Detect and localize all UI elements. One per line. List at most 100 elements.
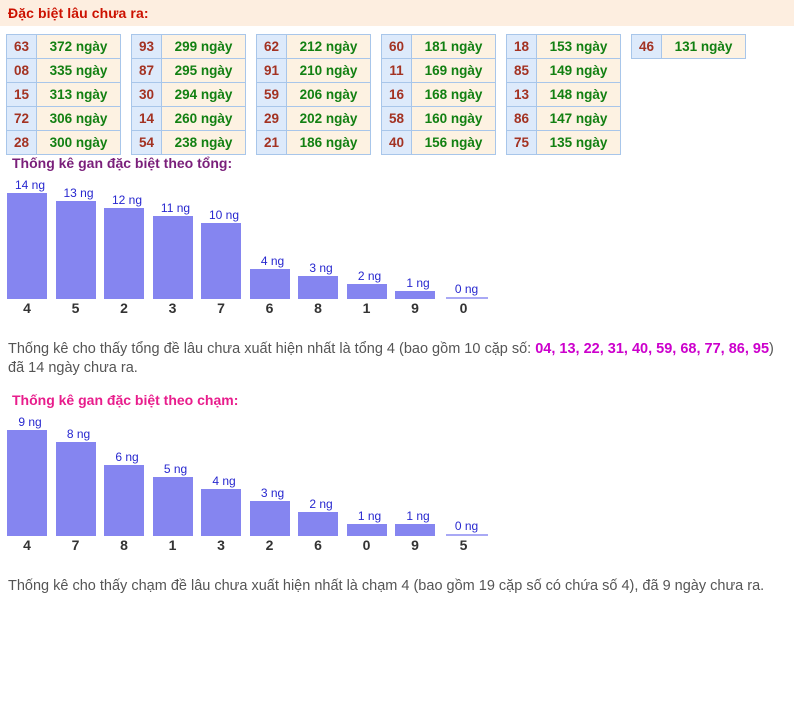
lottery-tables-strip: 63 372 ngày 08 335 ngày 15 313 ngày 72 306 ngày… xyxy=(0,26,794,155)
x-axis-tick-label: 1 xyxy=(168,537,177,553)
bar-value-label: 14 ng xyxy=(14,178,46,192)
lottery-table: 18 153 ngày 85 149 ngày 13 148 ngày 86 147 ngày… xyxy=(506,34,621,155)
table-row: 85 149 ngày xyxy=(506,58,621,83)
cell-number: 75 xyxy=(506,130,537,155)
chart-bar xyxy=(55,442,96,536)
cell-number: 59 xyxy=(256,82,287,107)
table-row: 75 135 ngày xyxy=(506,130,621,155)
table-row: 30 294 ngày xyxy=(131,82,246,107)
chart-plot-area-cham: 9 ng 8 ng 6 ng 5 ng 4 ng 3 ng 2 ng 1 ng 1 ng 0 ng xyxy=(4,408,524,536)
cell-days: 372 ngày xyxy=(36,34,121,59)
x-axis-tick-label: 5 xyxy=(71,300,80,316)
x-axis-tick-label: 6 xyxy=(314,537,322,553)
table-row: 18 153 ngày xyxy=(506,34,621,59)
cell-number: 54 xyxy=(131,130,162,155)
cell-number: 14 xyxy=(131,106,162,131)
table-row: 91 210 ngày xyxy=(256,58,371,83)
cell-number: 72 xyxy=(6,106,37,131)
lottery-table: 46 131 ngày xyxy=(631,34,746,59)
cell-number: 85 xyxy=(506,58,537,83)
x-axis-tick-label: 2 xyxy=(265,537,274,553)
cell-number: 63 xyxy=(6,34,37,59)
chart-bar xyxy=(7,430,47,536)
cell-days: 131 ngày xyxy=(661,34,746,59)
table-row: 08 335 ngày xyxy=(6,58,121,83)
x-axis-tick-label: 0 xyxy=(459,300,468,316)
bar-value-label: 11 ng xyxy=(160,201,191,215)
caption-tong-pairs: 04, 13, 22, 31, 40, 59, 68, 77, 86, 95 xyxy=(535,340,770,357)
cell-days: 135 ngày xyxy=(536,130,621,155)
lottery-table: 62 212 ngày 91 210 ngày 59 206 ngày 29 202 ngày… xyxy=(256,34,371,155)
caption-tong-prefix: Thống kê cho thấy tổng đề lâu chưa xuất … xyxy=(8,340,536,357)
chart-bar xyxy=(298,276,338,299)
section-title-cham: Thống kê gan đặc biệt theo chạm: xyxy=(12,392,239,408)
cell-number: 58 xyxy=(381,106,412,131)
x-axis-tick-label: 9 xyxy=(411,300,419,316)
table-row: 59 206 ngày xyxy=(256,82,371,107)
cell-number: 15 xyxy=(6,82,37,107)
cell-days: 147 ngày xyxy=(536,106,621,131)
page-title: Đặc biệt lâu chưa ra: xyxy=(8,5,149,21)
x-axis-tick-label: 9 xyxy=(411,537,419,553)
bar-value-label: 0 ng xyxy=(454,282,479,296)
chart-x-axis-cham: 4 7 8 1 3 2 6 0 9 5 xyxy=(4,536,524,558)
bar-value-label: 2 ng xyxy=(357,269,382,283)
cell-number: 62 xyxy=(256,34,287,59)
x-axis-tick-label: 2 xyxy=(120,300,128,316)
cell-number: 46 xyxy=(631,34,662,59)
table-row: 28 300 ngày xyxy=(6,130,121,155)
chart-bar xyxy=(201,223,241,299)
chart-bar xyxy=(346,284,387,299)
cell-days: 181 ngày xyxy=(411,34,496,59)
bar-value-label: 5 ng xyxy=(163,462,188,476)
cell-days: 206 ngày xyxy=(286,82,371,107)
chart-bar xyxy=(104,208,144,299)
chart-plot-area-tong: 14 ng 13 ng 12 ng 11 ng 10 ng 4 ng 3 ng 2 ng 1 n… xyxy=(4,171,524,299)
table-row: 58 160 ngày xyxy=(381,106,496,131)
chart-gan-theo-tong: 14 ng 13 ng 12 ng 11 ng 10 ng 4 ng 3 ng 2 ng 1 n… xyxy=(4,171,524,321)
cell-days: 156 ngày xyxy=(411,130,496,155)
table-row: 46 131 ngày xyxy=(631,34,746,59)
caption-cham: Thống kê cho thấy chạm đề lâu chưa xuất … xyxy=(8,577,765,594)
cell-number: 11 xyxy=(381,58,412,83)
chart-bar xyxy=(395,291,435,299)
bar-value-label: 13 ng xyxy=(63,186,94,200)
bar-value-label: 1 ng xyxy=(357,509,382,523)
table-row: 60 181 ngày xyxy=(381,34,496,59)
bar-value-label: 2 ng xyxy=(309,497,333,511)
x-axis-tick-label: 0 xyxy=(362,537,371,553)
cell-number: 40 xyxy=(381,130,412,155)
cell-number: 93 xyxy=(131,34,162,59)
table-row: 15 313 ngày xyxy=(6,82,121,107)
cell-number: 91 xyxy=(256,58,287,83)
cell-number: 87 xyxy=(131,58,162,83)
chart-bar xyxy=(104,465,144,536)
x-axis-tick-label: 1 xyxy=(362,300,371,316)
x-axis-tick-label: 8 xyxy=(314,300,322,316)
cell-days: 148 ngày xyxy=(536,82,621,107)
chart-bar xyxy=(7,193,47,299)
chart-bar xyxy=(298,512,338,536)
x-axis-tick-label: 8 xyxy=(120,537,128,553)
table-row: 21 186 ngày xyxy=(256,130,371,155)
x-axis-tick-label: 3 xyxy=(168,300,177,316)
table-row: 63 372 ngày xyxy=(6,34,121,59)
table-row: 40 156 ngày xyxy=(381,130,496,155)
cell-number: 08 xyxy=(6,58,37,83)
x-axis-tick-label: 4 xyxy=(23,537,31,553)
bar-value-label: 1 ng xyxy=(406,509,430,523)
bar-value-label: 4 ng xyxy=(212,474,236,488)
chart-bar xyxy=(152,477,193,536)
chart-bar xyxy=(346,524,387,536)
cell-days: 335 ngày xyxy=(36,58,121,83)
x-axis-tick-label: 7 xyxy=(71,537,80,553)
chart-bar xyxy=(152,216,193,299)
x-axis-tick-label: 4 xyxy=(23,300,31,316)
table-row: 93 299 ngày xyxy=(131,34,246,59)
chart-bar xyxy=(55,201,96,299)
cell-days: 186 ngày xyxy=(286,130,371,155)
chart-gan-theo-cham: 9 ng 8 ng 6 ng 5 ng 4 ng 3 ng 2 ng 1 ng 1 ng 0 ng… xyxy=(4,408,524,558)
cell-days: 295 ngày xyxy=(161,58,246,83)
cell-days: 210 ngày xyxy=(286,58,371,83)
table-row: 72 306 ngày xyxy=(6,106,121,131)
